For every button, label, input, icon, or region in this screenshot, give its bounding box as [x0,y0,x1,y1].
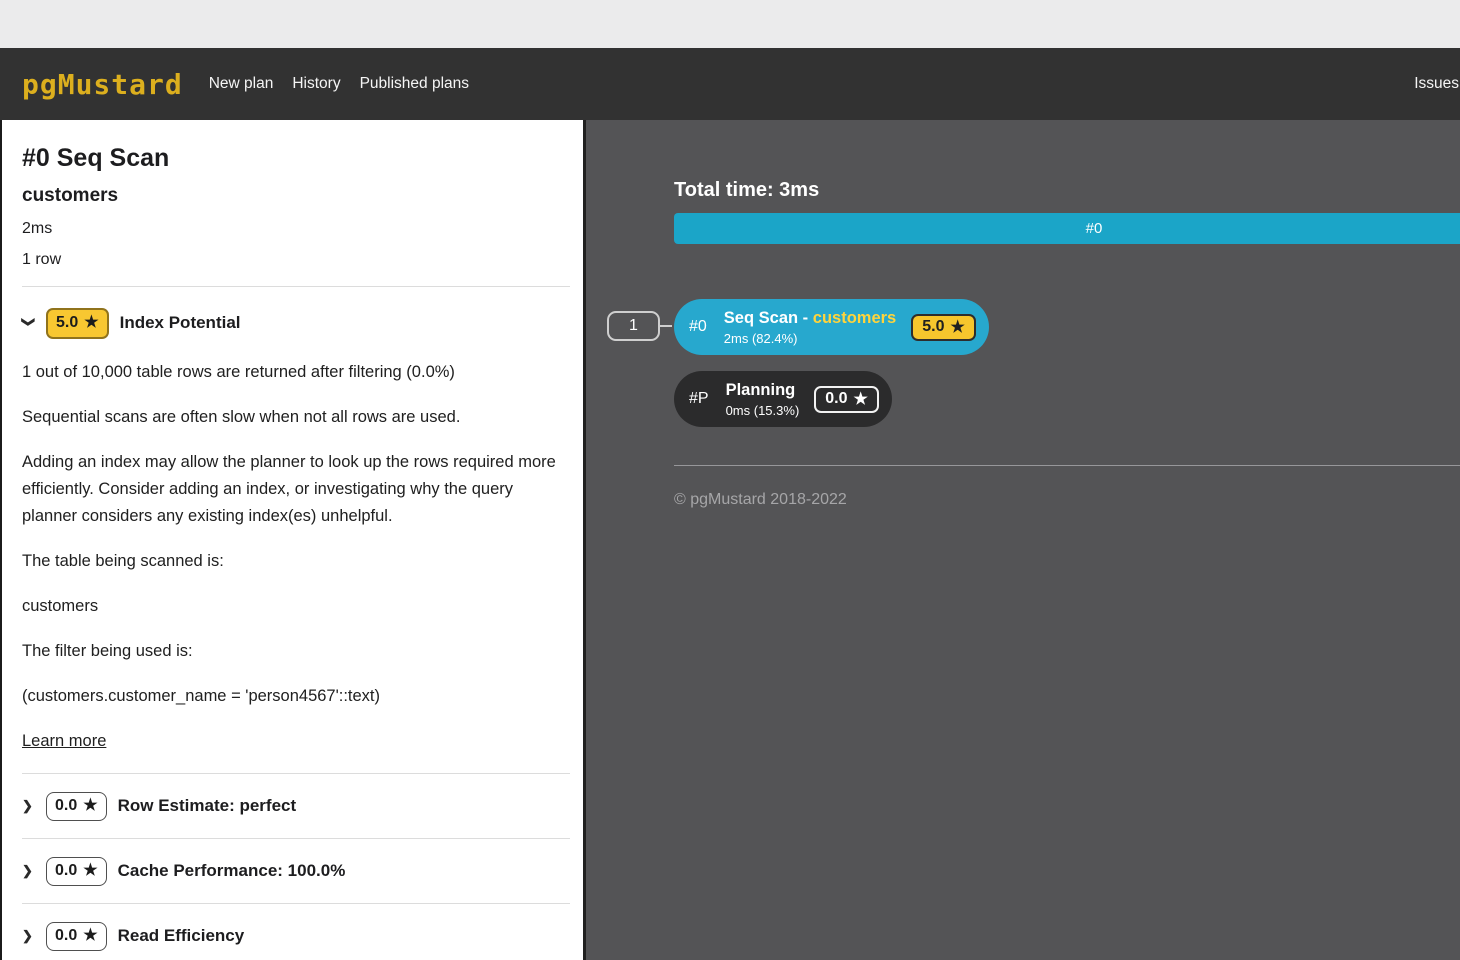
star-icon: ★ [83,859,97,883]
chevron-down-icon: ❯ [21,317,37,330]
nav-item-history[interactable]: History [292,75,340,93]
total-time-label: Total time: 3ms [674,178,1460,202]
node-table-name: customers [22,184,565,208]
tip-title: Row Estimate: perfect [118,796,297,816]
chevron-right-icon: ❯ [22,863,35,879]
chevron-right-icon: ❯ [22,928,35,944]
tip-header-read-efficiency[interactable]: ❯ 0.0 ★ Read Efficiency [22,904,565,960]
score-badge: 5.0 ★ [46,308,109,339]
window-background-strip [0,0,1460,48]
star-icon: ★ [950,317,964,337]
node-title: #0 Seq Scan [22,142,565,174]
tip-header-cache-performance[interactable]: ❯ 0.0 ★ Cache Performance: 100.0% [22,839,565,903]
node-table-name: customers [813,309,896,327]
row-count-connector: 1 [607,311,660,341]
tip-paragraph: Sequential scans are often slow when not… [22,404,562,431]
learn-more-link[interactable]: Learn more [22,728,106,755]
tip-header-index-potential[interactable]: ❯ 5.0 ★ Index Potential [22,307,565,339]
plan-node-tree: 1 #0 Seq Scan - customers 2ms (82.4%) 5.… [674,299,1460,427]
plan-visualization-panel: Total time: 3ms #0 1 #0 Seq Scan - custo… [586,120,1460,960]
tip-paragraph: 1 out of 10,000 table rows are returned … [22,359,562,386]
node-time: 2ms [22,218,565,239]
score-badge: 0.0 ★ [46,792,107,821]
score-value: 0.0 [55,859,77,883]
tip-paragraph: The filter being used is: [22,638,562,665]
node-row-count: 1 row [22,249,565,270]
node-text: Planning 0ms (15.3%) [726,380,800,418]
score-badge: 0.0 ★ [46,857,107,886]
tip-title: Index Potential [120,313,241,333]
star-icon: ★ [83,924,97,948]
timeline-bar-label: #0 [1086,220,1103,237]
score-value: 0.0 [55,794,77,818]
score-value: 0.0 [55,924,77,948]
score-value: 5.0 [56,311,78,335]
plan-node-row: #P Planning 0ms (15.3%) 0.0 ★ [674,371,1460,427]
divider [674,465,1460,466]
pgmustard-logo[interactable]: pgMustard [22,68,183,101]
node-score-badge: 5.0 ★ [911,314,976,341]
tip-paragraph: Adding an index may allow the planner to… [22,449,562,530]
node-stats: 2ms (82.4%) [724,331,896,346]
star-icon: ★ [84,311,98,335]
tip-body: 1 out of 10,000 table rows are returned … [22,359,565,773]
node-id: #P [689,390,709,408]
plan-node-planning[interactable]: #P Planning 0ms (15.3%) 0.0 ★ [674,371,892,427]
node-operation-name: Planning [726,380,800,400]
navbar: pgMustard New plan History Published pla… [0,48,1460,120]
divider [22,286,570,287]
nav-item-new-plan[interactable]: New plan [209,75,274,93]
node-text: Seq Scan - customers 2ms (82.4%) [724,308,896,346]
copyright-footer: © pgMustard 2018-2022 [674,491,1460,509]
chevron-right-icon: ❯ [22,798,35,814]
nav-links: New plan History Published plans [209,75,469,93]
tip-filter-expression: (customers.customer_name = 'person4567':… [22,683,562,710]
score-value: 0.0 [825,390,847,408]
node-details-panel: #0 Seq Scan customers 2ms 1 row ❯ 5.0 ★ … [0,120,586,960]
tip-header-row-estimate[interactable]: ❯ 0.0 ★ Row Estimate: perfect [22,774,565,838]
tip-title: Cache Performance: 100.0% [118,861,346,881]
tip-paragraph: The table being scanned is: [22,548,562,575]
nav-item-issues[interactable]: Issues [1414,75,1460,93]
node-operation-name: Seq Scan - customers [724,308,896,328]
tip-title: Read Efficiency [118,926,245,946]
score-value: 5.0 [922,318,944,336]
nav-item-published-plans[interactable]: Published plans [360,75,469,93]
star-icon: ★ [83,794,97,818]
star-icon: ★ [854,389,868,409]
node-stats: 0ms (15.3%) [726,403,800,418]
node-id: #0 [689,318,707,336]
score-badge: 0.0 ★ [46,922,107,951]
main-content: #0 Seq Scan customers 2ms 1 row ❯ 5.0 ★ … [0,120,1460,960]
plan-node-seq-scan[interactable]: #0 Seq Scan - customers 2ms (82.4%) 5.0 … [674,299,989,355]
plan-node-row: 1 #0 Seq Scan - customers 2ms (82.4%) 5.… [674,299,1460,355]
row-count-label: 1 [629,317,638,335]
node-score-badge: 0.0 ★ [814,386,879,413]
timeline-bar-segment-0[interactable]: #0 [674,213,1460,244]
tip-scanned-table: customers [22,593,562,620]
